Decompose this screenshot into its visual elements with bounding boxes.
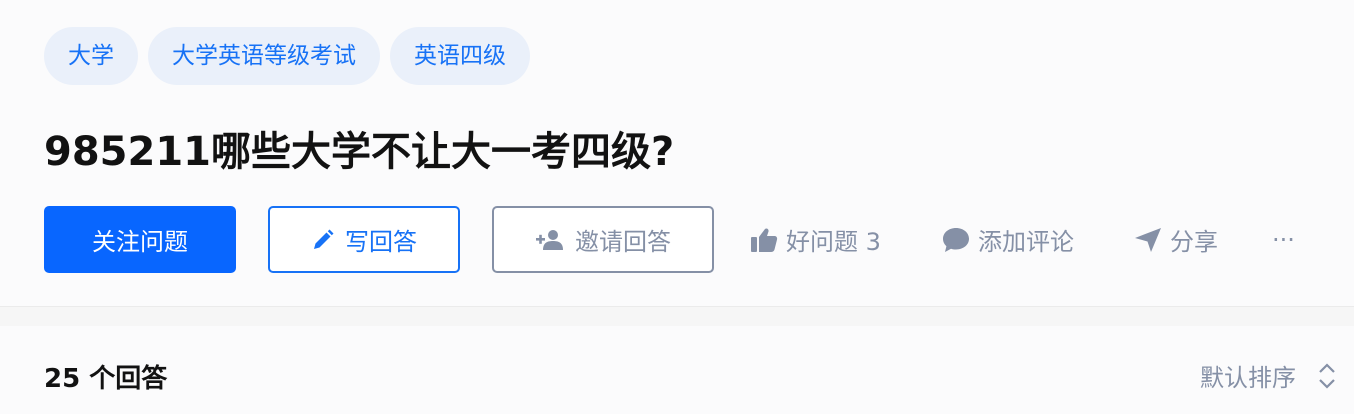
topic-tag-cet[interactable]: 大学英语等级考试 — [148, 27, 380, 85]
answers-header: 25 个回答 默认排序 — [0, 326, 1354, 414]
write-answer-button[interactable]: 写回答 — [268, 206, 460, 273]
thumbs-up-icon — [751, 227, 778, 252]
write-answer-label: 写回答 — [345, 228, 417, 256]
follow-question-button[interactable]: 关注问题 — [44, 206, 236, 273]
topic-tag-cet4[interactable]: 英语四级 — [390, 27, 530, 85]
pencil-icon — [314, 229, 334, 249]
more-options-button[interactable]: ··· — [1272, 206, 1295, 273]
more-options-icon: ··· — [1272, 225, 1295, 254]
invite-answer-label: 邀请回答 — [575, 228, 671, 256]
comment-bubble-icon — [943, 227, 969, 252]
good-question-button[interactable]: 好问题 3 — [750, 206, 881, 273]
paper-plane-icon — [1135, 227, 1161, 252]
answer-count: 25 个回答 — [44, 364, 168, 394]
question-title: 985211哪些大学不让大一考四级? — [44, 129, 675, 175]
share-label: 分享 — [1170, 228, 1218, 256]
topic-tag-university[interactable]: 大学 — [44, 27, 138, 85]
follow-question-label: 关注问题 — [92, 228, 188, 256]
sort-label: 默认排序 — [1200, 364, 1296, 392]
share-button[interactable]: 分享 — [1134, 206, 1218, 273]
question-actions: 关注问题 写回答 邀请回答 好问题 3 添加评论 分享 ··· — [44, 206, 1334, 273]
add-comment-label: 添加评论 — [978, 228, 1074, 256]
add-comment-button[interactable]: 添加评论 — [942, 206, 1074, 273]
sort-updown-icon — [1319, 362, 1335, 389]
good-question-label: 好问题 3 — [786, 228, 881, 256]
sort-dropdown[interactable]: 默认排序 — [1200, 358, 1336, 393]
topic-list: 大学 大学英语等级考试 英语四级 — [44, 27, 530, 85]
add-person-icon — [536, 229, 563, 250]
invite-answer-button[interactable]: 邀请回答 — [492, 206, 714, 273]
question-header: 大学 大学英语等级考试 英语四级 985211哪些大学不让大一考四级? 关注问题… — [0, 0, 1354, 307]
